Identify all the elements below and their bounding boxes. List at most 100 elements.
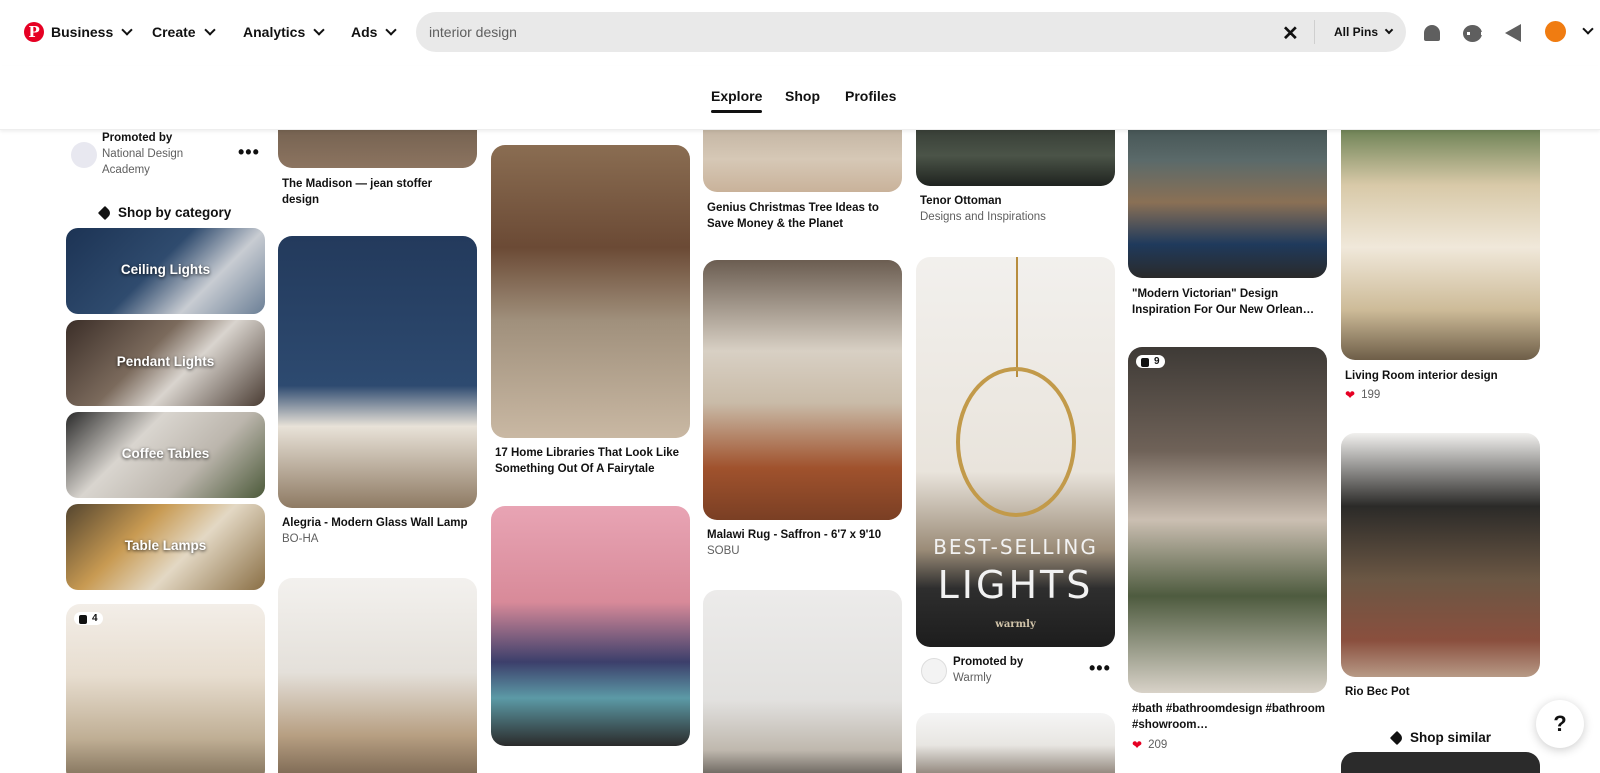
category-label: Table Lamps <box>124 538 207 553</box>
pinterest-logo-icon[interactable]: P <box>24 22 44 42</box>
promoter-avatar[interactable] <box>71 142 97 168</box>
pin-white-living-room[interactable] <box>703 590 902 773</box>
tag-icon <box>97 205 113 220</box>
avatar[interactable] <box>1545 21 1566 42</box>
pin-title-source[interactable]: Alegria - Modern Glass Wall Lamp BO-HA <box>282 515 477 547</box>
pin-home-library[interactable] <box>491 145 690 438</box>
more-options-icon[interactable]: ••• <box>238 142 260 163</box>
heart-icon: ❤ <box>1345 388 1356 402</box>
reaction-count: 199 <box>1361 389 1381 401</box>
promoted-by[interactable]: Promoted by National Design Academy <box>102 130 227 178</box>
pin-reactions[interactable]: ❤ 209 <box>1132 738 1167 752</box>
pin-pink-room[interactable] <box>491 506 690 746</box>
reaction-count: 209 <box>1148 739 1168 751</box>
chevron-down-icon <box>121 24 133 36</box>
category-table-lamps[interactable]: Table Lamps <box>66 504 265 590</box>
tab-explore[interactable]: Explore <box>711 88 763 113</box>
promoter-name: National Design Academy <box>102 148 184 176</box>
pin-title-source[interactable]: Tenor Ottoman Designs and Inspirations <box>920 193 1115 225</box>
pin-chandelier[interactable]: 4 <box>66 604 265 773</box>
heart-icon: ❤ <box>1132 738 1143 752</box>
pin-title[interactable]: Rio Bec Pot <box>1345 684 1540 700</box>
promoter-avatar[interactable] <box>921 658 947 684</box>
more-options-icon[interactable]: ••• <box>1089 658 1111 679</box>
promoted-label: Promoted by <box>102 132 173 144</box>
search-input[interactable]: interior design <box>429 24 517 40</box>
pin-wall-lamp[interactable] <box>278 236 477 508</box>
pin-shop-similar[interactable] <box>1341 752 1540 773</box>
pin-title[interactable]: #bath #bathroomdesign #bathroom #showroo… <box>1132 701 1327 733</box>
pin-bathroom[interactable]: 9 <box>1128 347 1327 693</box>
pin-tenor-ottoman[interactable] <box>916 130 1115 186</box>
pin-reactions[interactable]: ❤ 199 <box>1345 388 1380 402</box>
shop-similar-heading[interactable]: Shop similar <box>1389 730 1492 745</box>
search-bar[interactable]: interior design ✕ All Pins <box>416 12 1406 52</box>
chevron-down-icon <box>385 24 398 36</box>
pin-title[interactable]: Living Room interior design <box>1345 368 1540 384</box>
nav-create[interactable]: Create <box>152 24 216 40</box>
nav-ads-label: Ads <box>351 24 378 40</box>
tab-profiles[interactable]: Profiles <box>845 88 896 104</box>
clear-search-icon[interactable]: ✕ <box>1282 21 1299 46</box>
pin-title: Alegria - Modern Glass Wall Lamp <box>282 517 468 529</box>
account-chevron-down-icon[interactable] <box>1582 23 1594 35</box>
chandelier-chain <box>1015 257 1018 377</box>
pin-feed: Promoted by National Design Academy ••• … <box>0 130 1600 773</box>
category-label: Ceiling Lights <box>120 262 211 277</box>
tab-shop[interactable]: Shop <box>785 88 820 104</box>
notifications-button[interactable] <box>1419 20 1445 46</box>
messages-button[interactable] <box>1459 20 1485 46</box>
chevron-down-icon <box>313 24 325 36</box>
nav-business[interactable]: Business <box>51 24 133 40</box>
category-coffee-tables[interactable]: Coffee Tables <box>66 412 265 498</box>
category-label: Pendant Lights <box>116 354 215 369</box>
category-label: Coffee Tables <box>121 446 210 461</box>
pin-ceiling-light-room[interactable] <box>278 578 477 773</box>
megaphone-icon <box>1505 24 1521 42</box>
shop-similar-label: Shop similar <box>1410 730 1492 745</box>
updates-button[interactable] <box>1500 20 1526 46</box>
search-scope-dropdown[interactable]: All Pins <box>1334 25 1394 39</box>
bell-icon <box>1424 25 1440 41</box>
pin-christmas-tree[interactable] <box>703 130 902 192</box>
help-button[interactable]: ? <box>1536 700 1584 748</box>
shop-by-category-label: Shop by category <box>118 205 232 220</box>
category-pendant-lights[interactable]: Pendant Lights <box>66 320 265 406</box>
pin-title[interactable]: Genius Christmas Tree Ideas to Save Mone… <box>707 200 902 232</box>
ad-headline-large: LIGHTS <box>937 563 1094 607</box>
feed-tabs: Explore Shop Profiles <box>0 66 1600 130</box>
nav-analytics[interactable]: Analytics <box>243 24 325 40</box>
search-scope-label: All Pins <box>1334 25 1379 39</box>
pin-title: Tenor Ottoman <box>920 195 1002 207</box>
pin-next[interactable] <box>916 713 1115 773</box>
pin-source: SOBU <box>707 545 740 557</box>
board-count-badge: 9 <box>1136 355 1165 368</box>
pin-madison[interactable] <box>278 130 477 168</box>
top-bar: P Business Create Analytics Ads interior… <box>0 0 1600 66</box>
pin-title[interactable]: The Madison — jean stoffer design <box>282 176 472 208</box>
pin-source: BO-HA <box>282 533 319 545</box>
pin-modern-victorian[interactable] <box>1128 130 1327 278</box>
nav-ads[interactable]: Ads <box>351 24 398 40</box>
pin-best-selling-lights-ad[interactable]: BEST-SELLING LIGHTS warmly <box>916 257 1115 647</box>
board-count-badge: 4 <box>74 612 103 625</box>
pin-living-room[interactable] <box>1341 130 1540 360</box>
pin-title-source[interactable]: Malawi Rug - Saffron - 6'7 x 9'10 SOBU <box>707 527 902 559</box>
tag-icon <box>1389 730 1405 745</box>
promoter-name: Warmly <box>953 672 992 684</box>
pin-malawi-rug[interactable] <box>703 260 902 520</box>
pin-title[interactable]: "Modern Victorian" Design Inspiration Fo… <box>1132 286 1327 318</box>
pin-title: Malawi Rug - Saffron - 6'7 x 9'10 <box>707 529 882 541</box>
pin-title[interactable]: 17 Home Libraries That Look Like Somethi… <box>495 445 690 477</box>
chandelier-sphere <box>956 367 1076 517</box>
ad-headline: BEST-SELLING <box>933 535 1098 559</box>
chat-icon <box>1462 24 1484 42</box>
category-ceiling-lights[interactable]: Ceiling Lights <box>66 228 265 314</box>
promoted-by[interactable]: Promoted by Warmly <box>953 654 1073 686</box>
pin-rio-bec-pot[interactable] <box>1341 433 1540 677</box>
promoted-label: Promoted by <box>953 656 1024 668</box>
nav-business-label: Business <box>51 24 114 40</box>
chevron-down-icon <box>203 24 216 36</box>
search-divider <box>1314 20 1315 44</box>
nav-analytics-label: Analytics <box>243 24 306 40</box>
